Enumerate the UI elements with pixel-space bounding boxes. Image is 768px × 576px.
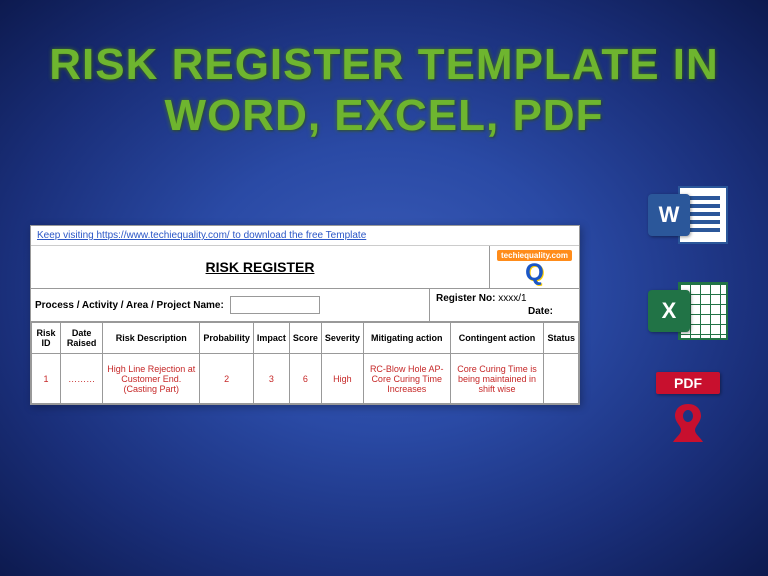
cell-desc: High Line Rejection at Customer End.(Cas… [103,354,200,404]
download-link[interactable]: Keep visiting https://www.techiequality.… [31,226,579,246]
adobe-logo-icon [663,398,713,448]
word-letter: W [648,194,690,236]
col-status: Status [544,323,579,354]
col-date-raised: Date Raised [60,323,102,354]
excel-letter: X [648,290,690,332]
cell-id: 1 [32,354,61,404]
cell-prob: 2 [200,354,254,404]
excel-icon: X [648,276,728,356]
cell-impact: 3 [253,354,289,404]
brand-logo: techiequality.com Q [489,246,579,288]
meta-left: Process / Activity / Area / Project Name… [31,289,429,321]
col-probability: Probability [200,323,254,354]
table-row: 1 ……… High Line Rejection at Customer En… [32,354,579,404]
meta-right: Register No: xxxx/1 Date: [429,289,579,321]
brand-logo-letter: Q [525,261,544,285]
title-line-1: RISK REGISTER TEMPLATE IN [49,40,719,89]
table-header-row: Risk ID Date Raised Risk Description Pro… [32,323,579,354]
meta-row: Process / Activity / Area / Project Name… [31,289,579,322]
cell-status [544,354,579,404]
cell-date: ……… [60,354,102,404]
col-impact: Impact [253,323,289,354]
file-type-icons: W X PDF [648,180,728,452]
col-risk-id: Risk ID [32,323,61,354]
date-label: Date: [436,306,573,317]
word-icon: W [648,180,728,260]
col-mitigating: Mitigating action [363,323,450,354]
col-contingent: Contingent action [450,323,544,354]
risk-register-sheet: Keep visiting https://www.techiequality.… [30,225,580,405]
register-label: Register No: [436,293,495,304]
slide-background: RISK REGISTER TEMPLATE IN WORD, EXCEL, P… [0,0,768,576]
risk-table: Risk ID Date Raised Risk Description Pro… [31,322,579,404]
slide-title: RISK REGISTER TEMPLATE IN WORD, EXCEL, P… [49,40,719,141]
pdf-label: PDF [656,372,720,394]
register-row: Register No: xxxx/1 [436,293,573,304]
process-label: Process / Activity / Area / Project Name… [35,300,224,311]
cell-severity: High [321,354,363,404]
cell-score: 6 [289,354,321,404]
col-score: Score [289,323,321,354]
col-risk-desc: Risk Description [103,323,200,354]
cell-mitigating: RC-Blow Hole AP-Core Curing Time Increas… [363,354,450,404]
title-line-2: WORD, EXCEL, PDF [49,91,719,142]
sheet-header-row: RISK REGISTER techiequality.com Q [31,246,579,289]
pdf-icon: PDF [648,372,728,452]
register-value: xxxx/1 [498,293,526,304]
sheet-title: RISK REGISTER [31,255,489,279]
cell-contingent: Core Curing Time is being maintained in … [450,354,544,404]
col-severity: Severity [321,323,363,354]
process-input[interactable] [230,296,320,314]
